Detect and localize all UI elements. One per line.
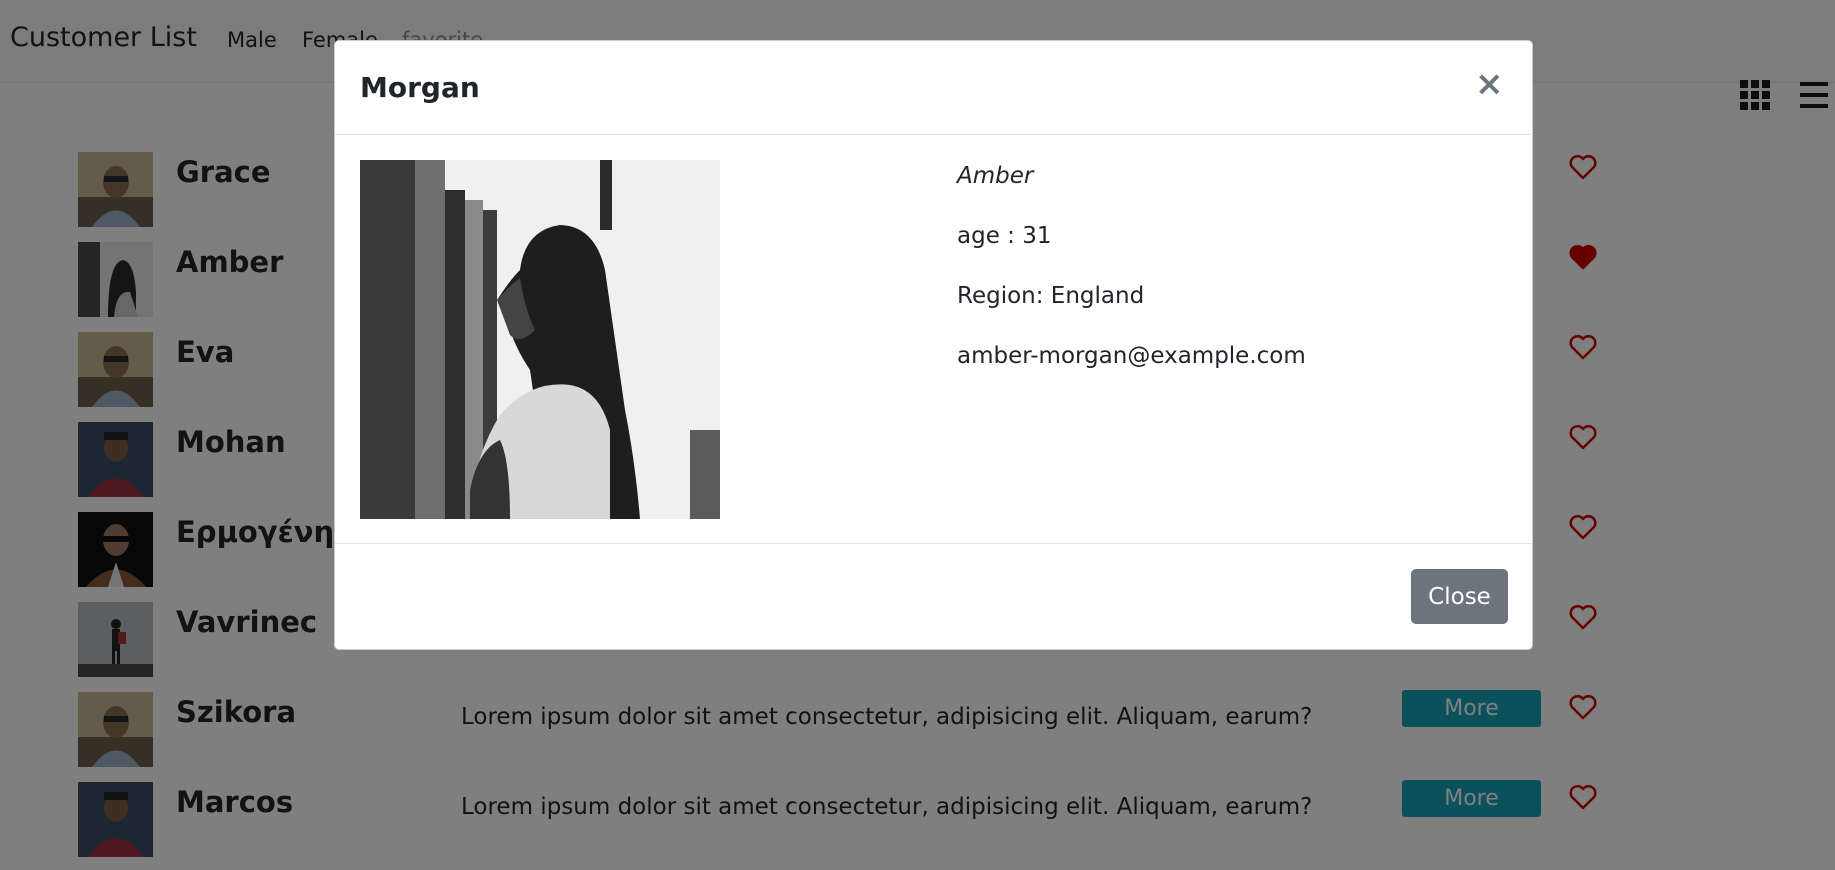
customer-detail-modal: Morgan × Amber age : 31 Region: England … [334,40,1533,650]
modal-footer: Close [335,543,1532,649]
modal-header: Morgan × [335,41,1532,135]
customer-email: amber-morgan@example.com [957,343,1306,369]
customer-photo [360,160,720,519]
customer-first-name: Amber [957,163,1034,189]
customer-age: age : 31 [957,223,1052,249]
modal-title: Morgan [360,71,480,104]
close-icon[interactable]: × [1475,67,1504,101]
close-button[interactable]: Close [1411,569,1508,624]
customer-region: Region: England [957,283,1145,309]
